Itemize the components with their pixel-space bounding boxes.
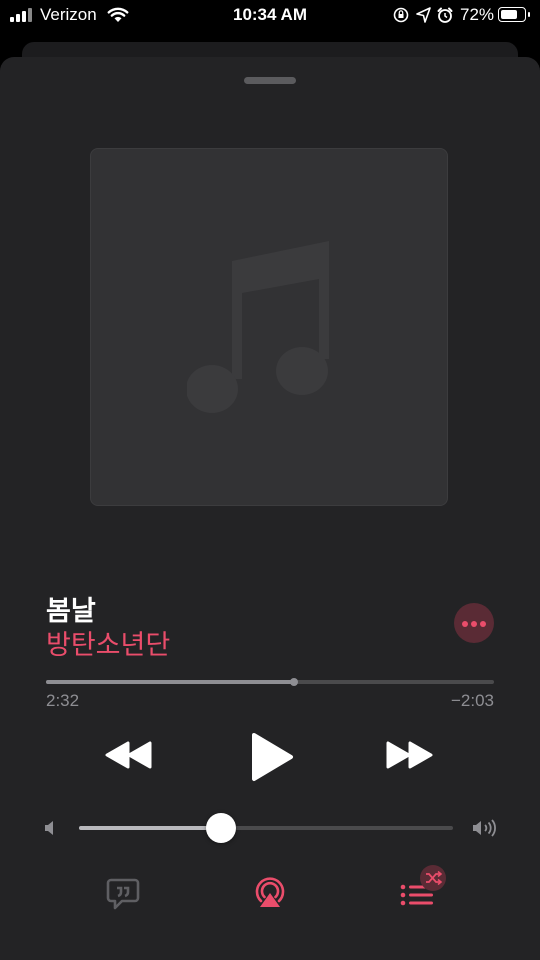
album-artwork [90,148,448,506]
shuffle-icon [426,870,443,886]
artist-name[interactable]: 방탄소년단 [46,623,170,662]
status-time: 10:34 AM [232,5,307,24]
status-bar: Verizon 10:34 AM 72% [0,0,540,30]
shuffle-badge [420,865,446,891]
battery-icon [498,7,530,22]
volume-low-icon [45,821,53,835]
airplay-icon[interactable] [253,875,287,909]
lyrics-icon[interactable] [106,877,140,911]
status-icons [393,7,453,23]
playback-progress [46,680,294,684]
now-playing-sheet: 봄날 방탄소년단 2:32 −2:03 [0,57,540,960]
rewind-icon[interactable] [104,739,154,771]
volume-knob[interactable] [206,813,237,843]
sheet-grabber[interactable] [244,77,296,84]
volume-slider[interactable] [79,813,453,843]
orientation-lock-icon [393,7,409,23]
playback-scrubber[interactable] [46,678,494,686]
play-icon[interactable] [248,731,296,783]
location-icon [416,7,431,23]
volume-high-icon [473,819,496,837]
more-options-button[interactable] [454,603,494,643]
remaining-time: −2:03 [450,691,494,710]
music-note-icon [187,241,329,413]
battery-percentage: 72% [460,5,495,24]
elapsed-time: 2:32 [46,691,80,710]
volume-level [79,826,222,830]
queue-button[interactable] [398,865,448,911]
scrubber-knob[interactable] [289,678,298,686]
alarm-icon [437,7,453,23]
fast-forward-icon[interactable] [384,739,434,771]
